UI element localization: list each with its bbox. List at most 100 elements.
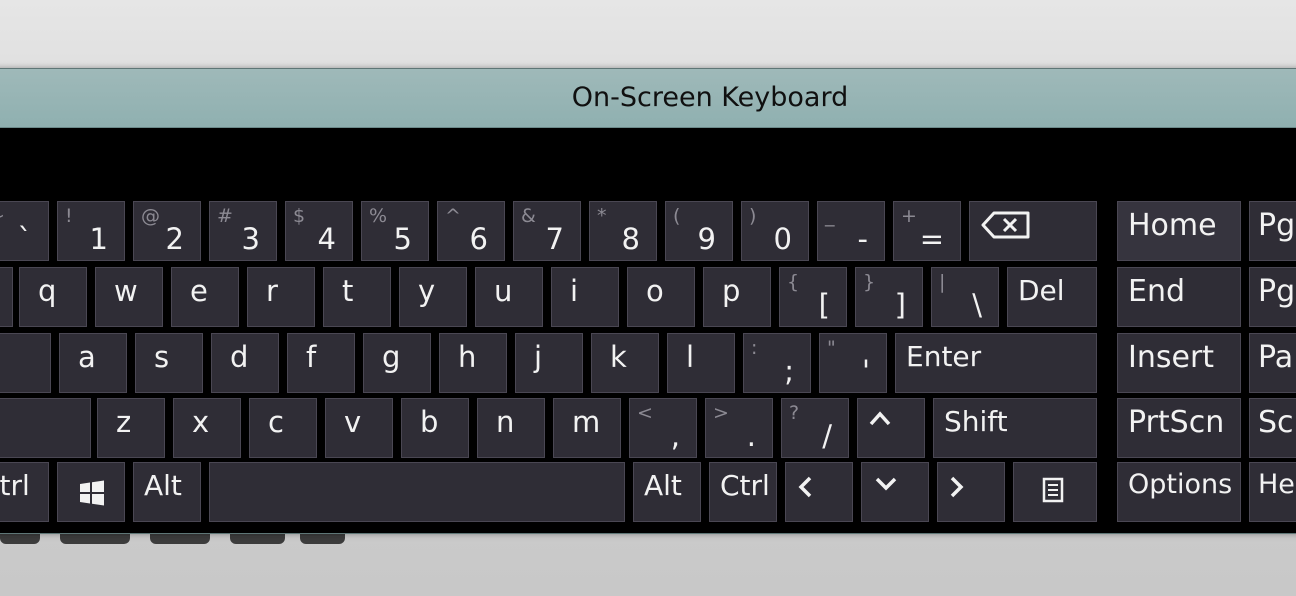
key-z[interactable]: z	[97, 398, 165, 458]
key-shift-label: (	[673, 205, 681, 227]
key-bracket-right[interactable]: }]	[855, 267, 923, 327]
key-del[interactable]: Del	[1007, 267, 1097, 327]
key-x[interactable]: x	[173, 398, 241, 458]
key-shift-label: |	[939, 271, 946, 293]
key-t[interactable]: t	[323, 267, 391, 327]
key-h[interactable]: h	[439, 333, 507, 393]
key-caps-lock[interactable]	[0, 333, 51, 393]
key-enter[interactable]: Enter	[895, 333, 1097, 393]
key-g[interactable]: g	[363, 333, 431, 393]
key-9[interactable]: (9	[665, 201, 733, 261]
key-minus[interactable]: _ -	[817, 201, 885, 261]
key-label: y	[418, 274, 436, 308]
key-main-label: '	[862, 354, 870, 388]
key-menu[interactable]	[1013, 462, 1097, 522]
key-ctrl-right[interactable]: Ctrl	[709, 462, 777, 522]
key-main-label: =	[919, 222, 944, 256]
key-pgdn[interactable]: Pg	[1249, 267, 1296, 327]
key-windows[interactable]	[57, 462, 125, 522]
key-label: PrtScn	[1128, 405, 1225, 440]
key-c[interactable]: c	[249, 398, 317, 458]
key-slash[interactable]: ? /	[781, 398, 849, 458]
key-5[interactable]: % 5	[361, 201, 429, 261]
key-label: Alt	[644, 469, 682, 502]
key-m[interactable]: m	[553, 398, 621, 458]
key-8[interactable]: * 8	[589, 201, 657, 261]
key-label: r	[266, 274, 278, 308]
key-comma[interactable]: <,	[629, 398, 697, 458]
key-q[interactable]: q	[19, 267, 87, 327]
key-pgup[interactable]: Pg	[1249, 201, 1296, 261]
key-label: v	[344, 405, 362, 439]
key-1[interactable]: ! 1	[57, 201, 125, 261]
key-a[interactable]: a	[59, 333, 127, 393]
key-v[interactable]: v	[325, 398, 393, 458]
key-prtscn[interactable]: PrtScn	[1117, 398, 1241, 458]
key-y[interactable]: y	[399, 267, 467, 327]
key-pause[interactable]: Pa	[1249, 333, 1296, 393]
key-help[interactable]: He	[1249, 462, 1296, 522]
key-shift-label: +	[901, 205, 917, 227]
key-bracket-left[interactable]: {[	[779, 267, 847, 327]
key-semicolon[interactable]: :;	[743, 333, 811, 393]
key-backspace[interactable]	[969, 201, 1097, 261]
key-u[interactable]: u	[475, 267, 543, 327]
key-o[interactable]: o	[627, 267, 695, 327]
key-4[interactable]: $4	[285, 201, 353, 261]
key-p[interactable]: p	[703, 267, 771, 327]
key-3[interactable]: #3	[209, 201, 277, 261]
title-bar[interactable]: On-Screen Keyboard	[0, 69, 1296, 128]
key-2[interactable]: @2	[133, 201, 201, 261]
key-label: s	[154, 340, 170, 374]
key-arrow-up[interactable]	[857, 398, 925, 458]
key-e[interactable]: e	[171, 267, 239, 327]
key-label: Ctrl	[0, 469, 30, 502]
key-label: g	[382, 340, 401, 374]
key-insert[interactable]: Insert	[1117, 333, 1241, 393]
key-arrow-right[interactable]	[937, 462, 1005, 522]
key-label: l	[686, 340, 695, 374]
key-label: w	[114, 274, 138, 308]
key-shift-right[interactable]: Shift	[933, 398, 1097, 458]
key-period[interactable]: >.	[705, 398, 773, 458]
key-w[interactable]: w	[95, 267, 163, 327]
key-equals[interactable]: + =	[893, 201, 961, 261]
key-arrow-left[interactable]	[785, 462, 853, 522]
key-label: Ctrl	[720, 469, 770, 502]
key-shift-label: <	[637, 402, 653, 424]
key-l[interactable]: l	[667, 333, 735, 393]
key-scrlk[interactable]: Scr	[1249, 398, 1296, 458]
key-alt-left[interactable]: Alt	[133, 462, 201, 522]
key-alt-right[interactable]: Alt	[633, 462, 701, 522]
key-n[interactable]: n	[477, 398, 545, 458]
key-0[interactable]: ) 0	[741, 201, 809, 261]
key-main-label: 7	[545, 222, 564, 256]
key-label: e	[190, 274, 208, 308]
arrow-left-icon	[796, 475, 814, 503]
key-k[interactable]: k	[591, 333, 659, 393]
key-6[interactable]: ^ 6	[437, 201, 505, 261]
key-7[interactable]: & 7	[513, 201, 581, 261]
key-arrow-down[interactable]	[861, 462, 929, 522]
key-f[interactable]: f	[287, 333, 355, 393]
key-space[interactable]	[209, 462, 625, 522]
key-label: Enter	[906, 340, 982, 373]
key-end[interactable]: End	[1117, 267, 1241, 327]
key-b[interactable]: b	[401, 398, 469, 458]
key-main-label: -	[857, 222, 868, 256]
key-quote[interactable]: " '	[819, 333, 887, 393]
key-options[interactable]: Options	[1117, 462, 1241, 522]
key-backslash[interactable]: | \	[931, 267, 999, 327]
key-d[interactable]: d	[211, 333, 279, 393]
key-j[interactable]: j	[515, 333, 583, 393]
key-home[interactable]: Home	[1117, 201, 1241, 261]
key-tab[interactable]	[0, 267, 13, 327]
key-label: j	[534, 340, 543, 374]
key-main-label: 2	[165, 222, 184, 256]
key-s[interactable]: s	[135, 333, 203, 393]
key-r[interactable]: r	[247, 267, 315, 327]
key-i[interactable]: i	[551, 267, 619, 327]
key-shift-left[interactable]	[0, 398, 91, 458]
key-backtick[interactable]: ~`	[0, 201, 49, 261]
key-ctrl-left[interactable]: Ctrl	[0, 462, 49, 522]
